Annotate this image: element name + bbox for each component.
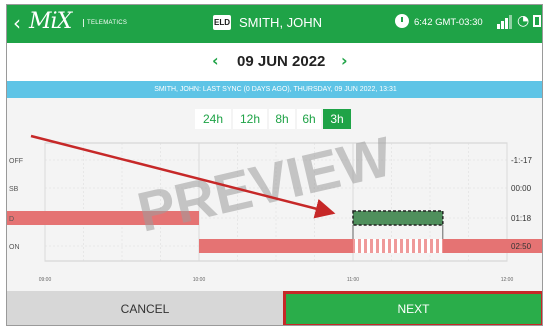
logo-subtitle: TELEMATICS	[83, 19, 127, 27]
status-total-sb: 00:00	[511, 184, 532, 193]
cancel-button[interactable]: CANCEL	[7, 291, 283, 325]
edited-segment-on	[353, 239, 443, 253]
duty-status-graph: OFF SB D ON -1:-17 00:00 01:18 02:50 09:00 10:00 1…	[7, 124, 542, 283]
duty-status-chart-panel: 24h 12h 8h 6h 3h OFF SB D ON -1:-17 00:00 01:1…	[7, 98, 542, 291]
app-header: ‹ MiX TELEMATICS ELD SMITH, JOHN 6:42 GM…	[7, 5, 542, 43]
eld-icon[interactable]: ELD	[213, 15, 231, 30]
x-tick-label: 10:00	[193, 277, 206, 283]
status-label-sb: SB	[9, 186, 19, 193]
date-navigator: ‹ 09 JUN 2022 ›	[7, 43, 542, 81]
status-label-on: ON	[9, 244, 20, 251]
x-tick-label: 11:00	[347, 277, 359, 283]
x-tick-label: 12:00	[501, 277, 514, 283]
selected-segment-d	[352, 210, 444, 226]
back-chevron-icon[interactable]: ‹	[13, 13, 21, 33]
status-total-d: 01:18	[511, 214, 532, 223]
status-label-d: D	[9, 216, 14, 223]
driver-name[interactable]: SMITH, JOHN	[239, 15, 322, 31]
status-total-off: -1:-17	[511, 156, 532, 165]
app-window: ‹ MiX TELEMATICS ELD SMITH, JOHN 6:42 GM…	[6, 4, 543, 326]
preview-watermark: PREVIEW	[132, 124, 398, 244]
sync-status-banner: SMITH, JOHN: LAST SYNC (0 DAYS AGO), THU…	[7, 81, 542, 98]
x-tick-label: 09:00	[39, 277, 52, 283]
device-time: 6:42 GMT-03:30	[414, 17, 483, 28]
selected-date: 09 JUN 2022	[237, 53, 326, 70]
status-label-off: OFF	[9, 158, 23, 165]
signal-icon	[497, 15, 513, 29]
next-button[interactable]: NEXT	[283, 291, 542, 325]
wifi-icon: ◔	[517, 13, 530, 29]
previous-day-button[interactable]: ‹	[212, 52, 219, 70]
document-icon[interactable]	[533, 15, 541, 27]
app-logo: MiX	[29, 9, 72, 34]
next-day-button[interactable]: ›	[341, 52, 348, 70]
status-total-on: 02:50	[511, 242, 532, 251]
overflow-menu-icon[interactable]: ⋮	[541, 13, 542, 29]
clock-icon	[395, 14, 409, 28]
